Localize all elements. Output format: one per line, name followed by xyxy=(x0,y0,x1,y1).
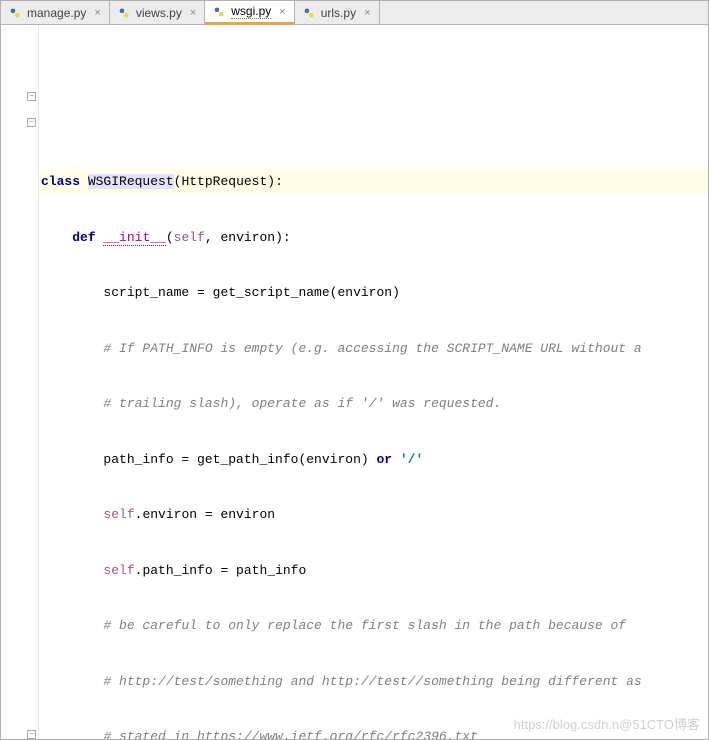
code-area[interactable]: class WSGIRequest(HttpRequest): def __in… xyxy=(39,25,708,739)
tab-label: manage.py xyxy=(27,6,86,20)
watermark-text: https://blog.csdn.n@51CTO博客 xyxy=(514,714,700,733)
code-line: script_name = get_script_name(environ) xyxy=(39,280,708,306)
code-editor[interactable]: − − − class WSGIRequest(HttpRequest): de… xyxy=(1,25,708,739)
code-line: # If PATH_INFO is empty (e.g. accessing … xyxy=(39,336,708,362)
tab-views[interactable]: views.py × xyxy=(110,1,205,24)
fold-toggle-icon[interactable]: − xyxy=(27,730,36,739)
close-icon[interactable]: × xyxy=(279,6,285,18)
editor-tab-bar: manage.py × views.py × wsgi.py × urls.py… xyxy=(1,1,708,25)
code-line: # trailing slash), operate as if '/' was… xyxy=(39,391,708,417)
code-line: # be careful to only replace the first s… xyxy=(39,613,708,639)
close-icon[interactable]: × xyxy=(364,7,370,19)
tab-label: urls.py xyxy=(321,6,356,20)
fold-toggle-icon[interactable]: − xyxy=(27,92,36,101)
code-line: class WSGIRequest(HttpRequest): xyxy=(39,169,708,195)
fold-toggle-icon[interactable]: − xyxy=(27,118,36,127)
code-line xyxy=(39,114,708,140)
close-icon[interactable]: × xyxy=(190,7,196,19)
code-line: path_info = get_path_info(environ) or '/… xyxy=(39,447,708,473)
code-line: # http://test/something and http://test/… xyxy=(39,669,708,695)
tab-urls[interactable]: urls.py × xyxy=(295,1,380,24)
code-line xyxy=(39,58,708,84)
tab-label: wsgi.py xyxy=(231,4,271,19)
code-line: self.environ = environ xyxy=(39,502,708,528)
tab-wsgi[interactable]: wsgi.py × xyxy=(205,1,294,25)
python-file-icon xyxy=(303,6,317,20)
code-line: def __init__(self, environ): xyxy=(39,225,708,251)
python-file-icon xyxy=(118,6,132,20)
python-file-icon xyxy=(213,5,227,19)
close-icon[interactable]: × xyxy=(94,7,100,19)
code-line: self.path_info = path_info xyxy=(39,558,708,584)
tab-manage[interactable]: manage.py × xyxy=(1,1,110,24)
tab-label: views.py xyxy=(136,6,182,20)
gutter: − − − xyxy=(1,25,39,739)
python-file-icon xyxy=(9,6,23,20)
